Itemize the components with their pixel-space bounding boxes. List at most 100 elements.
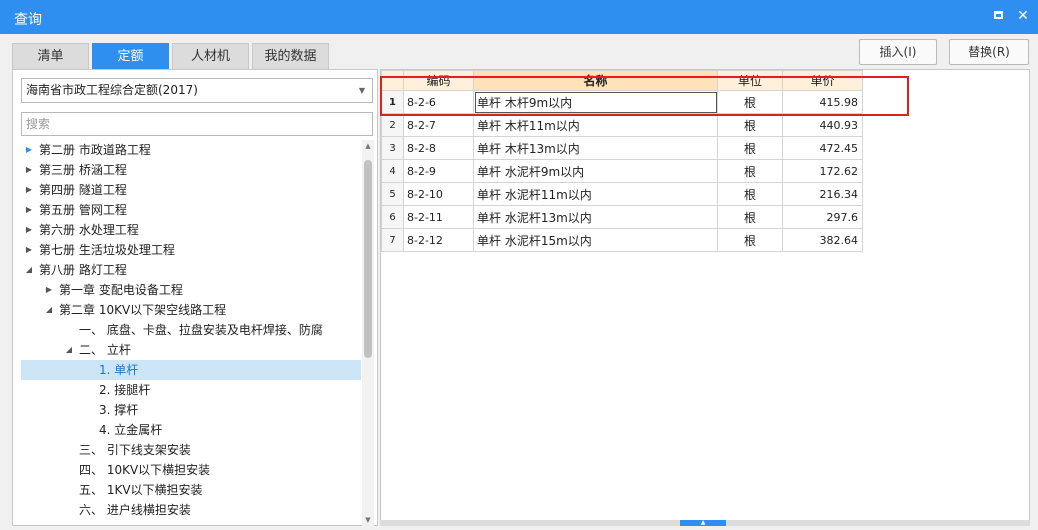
row-index[interactable]: 4 <box>381 159 404 183</box>
tree-item[interactable]: ▶ 第三册 桥涵工程 <box>21 160 361 180</box>
quota-library-select[interactable]: 海南省市政工程综合定额(2017) ▼ <box>21 78 373 103</box>
cell-name[interactable]: 单杆 木杆11m以内 <box>473 113 718 137</box>
row-index[interactable]: 2 <box>381 113 404 137</box>
tree-item[interactable]: 1. 单杆 <box>21 360 361 380</box>
table-row[interactable]: 2 8-2-7 单杆 木杆11m以内根 440.93 <box>381 113 863 137</box>
tree-item[interactable]: ◢ 第二章 10KV以下架空线路工程 <box>21 300 361 320</box>
cell-code[interactable]: 8-2-9 <box>403 159 474 183</box>
collapse-arrow-icon[interactable]: ◢ <box>43 300 55 320</box>
tree-item[interactable]: 3. 撑杆 <box>21 400 361 420</box>
table-row[interactable]: 1 8-2-6 单杆 木杆9m以内根 415.98 <box>381 90 863 114</box>
cell-name[interactable]: 单杆 水泥杆15m以内 <box>473 228 718 252</box>
replace-button[interactable]: 替换(R) <box>949 39 1029 65</box>
expand-arrow-icon[interactable]: ▶ <box>23 200 35 220</box>
window-title: 查询 <box>14 12 42 28</box>
tree-item-label: 第二册 市政道路工程 <box>39 143 151 157</box>
tree-item[interactable]: ▶ 第五册 管网工程 <box>21 200 361 220</box>
cell-unit[interactable]: 根 <box>717 113 783 137</box>
cell-price[interactable]: 297.6 <box>782 205 863 229</box>
tree-item[interactable]: ▶ 第四册 隧道工程 <box>21 180 361 200</box>
cell-price[interactable]: 415.98 <box>782 90 863 114</box>
header-name[interactable]: 名称 <box>473 70 718 91</box>
cell-unit[interactable]: 根 <box>717 182 783 206</box>
cell-code[interactable]: 8-2-6 <box>403 90 474 114</box>
header-code[interactable]: 编码 <box>403 70 474 91</box>
tree-item[interactable]: ▶ 第六册 水处理工程 <box>21 220 361 240</box>
row-index[interactable]: 5 <box>381 182 404 206</box>
close-icon[interactable]: ✕ <box>1015 8 1031 24</box>
dialog-body: 清单 定额 人材机 我的数据 插入(I) 替换(R) 海南省市政工程综合定额(2… <box>0 34 1038 530</box>
tree-item[interactable]: ▶ 第二册 市政道路工程 <box>21 140 361 160</box>
title-bar: 查询 ✕ <box>0 0 1038 34</box>
cell-name[interactable]: 单杆 水泥杆11m以内 <box>473 182 718 206</box>
expand-arrow-icon[interactable]: ▶ <box>23 220 35 240</box>
expand-arrow-icon[interactable]: ▶ <box>23 240 35 260</box>
tab-rencaiji[interactable]: 人材机 <box>172 43 249 69</box>
tree-scrollbar[interactable]: ▲ ▼ <box>362 140 374 526</box>
tree-item-label: 第三册 桥涵工程 <box>39 163 127 177</box>
cell-name[interactable]: 单杆 水泥杆9m以内 <box>473 159 718 183</box>
cell-unit[interactable]: 根 <box>717 136 783 160</box>
header-unit[interactable]: 单位 <box>717 70 783 91</box>
splitter-grip-icon[interactable]: ▲ <box>680 520 726 526</box>
tree-item-label: 3. 撑杆 <box>99 403 139 417</box>
search-input[interactable] <box>21 112 373 136</box>
tree-item[interactable]: 六、 进户线横担安装 <box>21 500 361 520</box>
table-row[interactable]: 7 8-2-12 单杆 水泥杆15m以内根 382.64 <box>381 228 863 252</box>
insert-button[interactable]: 插入(I) <box>859 39 937 65</box>
collapse-arrow-icon[interactable]: ◢ <box>23 260 35 280</box>
table-row[interactable]: 5 8-2-10 单杆 水泥杆11m以内根 216.34 <box>381 182 863 206</box>
cell-code[interactable]: 8-2-11 <box>403 205 474 229</box>
cell-price[interactable]: 216.34 <box>782 182 863 206</box>
scroll-up-icon[interactable]: ▲ <box>362 140 374 152</box>
tab-dinge[interactable]: 定额 <box>92 43 169 69</box>
scroll-thumb[interactable] <box>364 160 372 358</box>
cell-name[interactable]: 单杆 木杆9m以内 <box>473 90 718 114</box>
panel-splitter[interactable]: ▲ <box>380 520 1030 526</box>
cell-name[interactable]: 单杆 木杆13m以内 <box>473 136 718 160</box>
tree-item-label: 第四册 隧道工程 <box>39 183 127 197</box>
collapse-arrow-icon[interactable]: ◢ <box>63 340 75 360</box>
table-row[interactable]: 4 8-2-9 单杆 水泥杆9m以内根 172.62 <box>381 159 863 183</box>
cell-price[interactable]: 440.93 <box>782 113 863 137</box>
tab-my-data[interactable]: 我的数据 <box>252 43 329 69</box>
row-index[interactable]: 7 <box>381 228 404 252</box>
cell-name[interactable]: 单杆 水泥杆13m以内 <box>473 205 718 229</box>
cell-unit[interactable]: 根 <box>717 228 783 252</box>
tree-item[interactable]: ▶ 第七册 生活垃圾处理工程 <box>21 240 361 260</box>
tree-item[interactable]: 2. 接腿杆 <box>21 380 361 400</box>
expand-arrow-icon[interactable]: ▶ <box>23 160 35 180</box>
cell-code[interactable]: 8-2-7 <box>403 113 474 137</box>
cell-price[interactable]: 382.64 <box>782 228 863 252</box>
row-index[interactable]: 3 <box>381 136 404 160</box>
table-row[interactable]: 6 8-2-11 单杆 水泥杆13m以内根 297.6 <box>381 205 863 229</box>
tree-item[interactable]: 一、 底盘、卡盘、拉盘安装及电杆焊接、防腐 <box>21 320 361 340</box>
maximize-icon[interactable] <box>990 8 1006 24</box>
tree-item[interactable]: 五、 1KV以下横担安装 <box>21 480 361 500</box>
cell-unit[interactable]: 根 <box>717 90 783 114</box>
tree-item-label: 第二章 10KV以下架空线路工程 <box>59 303 227 317</box>
cell-price[interactable]: 172.62 <box>782 159 863 183</box>
tree-item[interactable]: 四、 10KV以下横担安装 <box>21 460 361 480</box>
cell-unit[interactable]: 根 <box>717 205 783 229</box>
scroll-down-icon[interactable]: ▼ <box>362 514 374 526</box>
header-price[interactable]: 单价 <box>782 70 863 91</box>
tree-item[interactable]: 4. 立金属杆 <box>21 420 361 440</box>
expand-arrow-icon[interactable]: ▶ <box>43 280 55 300</box>
cell-unit[interactable]: 根 <box>717 159 783 183</box>
cell-price[interactable]: 472.45 <box>782 136 863 160</box>
tree-item[interactable]: ◢ 第八册 路灯工程 <box>21 260 361 280</box>
expand-arrow-icon[interactable]: ▶ <box>23 180 35 200</box>
quota-table-panel: 编码 名称 单位 单价 1 8-2-6 单杆 木杆9m以内根 415.98 2 8-2-7… <box>380 69 1030 526</box>
cell-code[interactable]: 8-2-10 <box>403 182 474 206</box>
row-index[interactable]: 6 <box>381 205 404 229</box>
tree-item[interactable]: 三、 引下线支架安装 <box>21 440 361 460</box>
expand-arrow-icon[interactable]: ▶ <box>23 140 35 160</box>
tab-qingdan[interactable]: 清单 <box>12 43 89 69</box>
tree-item[interactable]: ▶ 第一章 变配电设备工程 <box>21 280 361 300</box>
cell-code[interactable]: 8-2-8 <box>403 136 474 160</box>
table-row[interactable]: 3 8-2-8 单杆 木杆13m以内根 472.45 <box>381 136 863 160</box>
row-index[interactable]: 1 <box>381 90 404 114</box>
cell-code[interactable]: 8-2-12 <box>403 228 474 252</box>
tree-item[interactable]: ◢ 二、 立杆 <box>21 340 361 360</box>
